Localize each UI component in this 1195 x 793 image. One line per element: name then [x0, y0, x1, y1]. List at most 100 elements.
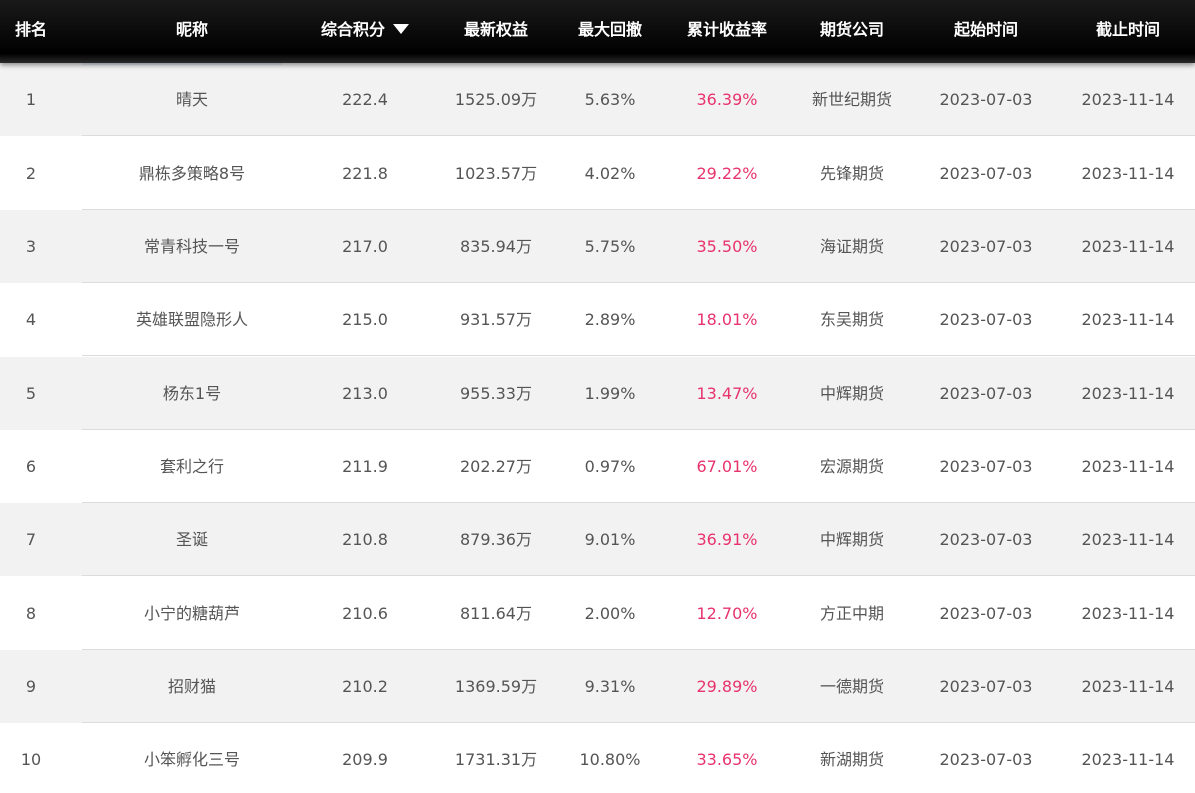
- return-rate-cell: 67.01%: [696, 457, 758, 476]
- end-date-cell: 2023-11-14: [1081, 530, 1175, 549]
- nickname-cell: 英雄联盟隐形人: [135, 310, 248, 329]
- nickname-cell: 小宁的糖葫芦: [143, 604, 240, 623]
- end-date-cell: 2023-11-14: [1081, 750, 1175, 769]
- drawdown-cell: 5.63%: [584, 90, 636, 109]
- score-cell: 209.9: [342, 750, 388, 769]
- nickname-cell: 招财猫: [167, 677, 216, 696]
- rank-cell: 5: [25, 384, 37, 403]
- score-cell: 210.8: [342, 530, 388, 549]
- table-row[interactable]: 4 英雄联盟隐形人 215.0 931.57万 2.89% 18.01% 东吴期…: [0, 283, 1195, 356]
- end-date-cell: 2023-11-14: [1081, 457, 1175, 476]
- rank-cell: 1: [25, 90, 37, 109]
- drawdown-cell: 5.75%: [584, 237, 636, 256]
- ranking-table: 排名 昵称 综合积分 最新权益 最大回撤 累计收益率 期货公司 起始时间 截止时…: [0, 0, 1195, 793]
- score-cell: 213.0: [342, 384, 388, 403]
- table-row[interactable]: 5 杨东1号 213.0 955.33万 1.99% 13.47% 中辉期货 2…: [0, 357, 1195, 430]
- header-nickname: 昵称: [175, 20, 208, 39]
- company-cell: 先锋期货: [819, 164, 884, 183]
- table-row[interactable]: 6 套利之行 211.9 202.27万 0.97% 67.01% 宏源期货 2…: [0, 430, 1195, 503]
- header-return-rate: 累计收益率: [686, 20, 767, 39]
- rank-cell: 7: [25, 530, 37, 549]
- nickname-cell: 晴天: [175, 90, 208, 109]
- table-row[interactable]: 7 圣诞 210.8 879.36万 9.01% 36.91% 中辉期货 202…: [0, 503, 1195, 576]
- table-header: 排名 昵称 综合积分 最新权益 最大回撤 累计收益率 期货公司 起始时间 截止时…: [0, 0, 1195, 63]
- header-rank: 排名: [14, 20, 47, 39]
- start-date-cell: 2023-07-03: [939, 310, 1033, 329]
- end-date-cell: 2023-11-14: [1081, 677, 1175, 696]
- rank-cell: 4: [25, 310, 37, 329]
- start-date-cell: 2023-07-03: [939, 90, 1033, 109]
- score-cell: 211.9: [342, 457, 388, 476]
- company-cell: 中辉期货: [819, 530, 884, 549]
- drawdown-cell: 2.00%: [584, 604, 636, 623]
- start-date-cell: 2023-07-03: [939, 237, 1033, 256]
- start-date-cell: 2023-07-03: [939, 530, 1033, 549]
- start-date-cell: 2023-07-03: [939, 164, 1033, 183]
- table-row[interactable]: 1 晴天 222.4 1525.09万 5.63% 36.39% 新世纪期货 2…: [0, 63, 1195, 136]
- equity-cell: 931.57万: [460, 310, 532, 329]
- equity-cell: 1731.31万: [454, 750, 538, 769]
- return-rate-cell: 36.39%: [696, 90, 758, 109]
- rank-cell: 9: [25, 677, 37, 696]
- end-date-cell: 2023-11-14: [1081, 237, 1175, 256]
- company-cell: 海证期货: [819, 237, 884, 256]
- drawdown-cell: 4.02%: [584, 164, 636, 183]
- start-date-cell: 2023-07-03: [939, 457, 1033, 476]
- end-date-cell: 2023-11-14: [1081, 384, 1175, 403]
- drawdown-cell: 1.99%: [584, 384, 636, 403]
- equity-cell: 835.94万: [460, 237, 532, 256]
- start-date-cell: 2023-07-03: [939, 677, 1033, 696]
- start-date-cell: 2023-07-03: [939, 384, 1033, 403]
- return-rate-cell: 18.01%: [696, 310, 758, 329]
- nickname-cell: 常青科技一号: [143, 237, 240, 256]
- company-cell: 宏源期货: [819, 457, 884, 476]
- table-row[interactable]: 8 小宁的糖葫芦 210.6 811.64万 2.00% 12.70% 方正中期…: [0, 577, 1195, 650]
- header-end: 截止时间: [1095, 20, 1160, 39]
- caret-down-icon[interactable]: [393, 23, 409, 34]
- score-cell: 210.6: [342, 604, 388, 623]
- end-date-cell: 2023-11-14: [1081, 164, 1175, 183]
- equity-cell: 202.27万: [460, 457, 532, 476]
- equity-cell: 1023.57万: [454, 164, 538, 183]
- drawdown-cell: 10.80%: [579, 750, 641, 769]
- table-row[interactable]: 10 小笨孵化三号 209.9 1731.31万 10.80% 33.65% 新…: [0, 723, 1195, 793]
- start-date-cell: 2023-07-03: [939, 604, 1033, 623]
- rank-cell: 6: [25, 457, 37, 476]
- return-rate-cell: 12.70%: [696, 604, 758, 623]
- score-cell: 222.4: [342, 90, 388, 109]
- company-cell: 东吴期货: [819, 310, 884, 329]
- nickname-cell: 小笨孵化三号: [143, 750, 240, 769]
- drawdown-cell: 0.97%: [584, 457, 636, 476]
- rank-cell: 2: [25, 164, 37, 183]
- drawdown-cell: 9.31%: [584, 677, 636, 696]
- table-row[interactable]: 2 鼎栋多策略8号 221.8 1023.57万 4.02% 29.22% 先锋…: [0, 137, 1195, 210]
- rank-cell: 8: [25, 604, 37, 623]
- return-rate-cell: 29.89%: [696, 677, 758, 696]
- header-score-sortable[interactable]: 综合积分: [300, 0, 430, 60]
- equity-cell: 955.33万: [460, 384, 532, 403]
- company-cell: 方正中期: [819, 604, 884, 623]
- nickname-cell: 杨东1号: [162, 384, 222, 403]
- return-rate-cell: 29.22%: [696, 164, 758, 183]
- rank-cell: 10: [20, 750, 42, 769]
- equity-cell: 811.64万: [460, 604, 532, 623]
- header-drawdown: 最大回撤: [577, 20, 642, 39]
- company-cell: 新湖期货: [819, 750, 884, 769]
- company-cell: 一德期货: [819, 677, 884, 696]
- nickname-cell: 套利之行: [159, 457, 224, 476]
- return-rate-cell: 33.65%: [696, 750, 758, 769]
- header-score-label: 综合积分: [320, 20, 385, 39]
- rank-cell: 3: [25, 237, 37, 256]
- score-cell: 210.2: [342, 677, 388, 696]
- table-row[interactable]: 3 常青科技一号 217.0 835.94万 5.75% 35.50% 海证期货…: [0, 210, 1195, 283]
- drawdown-cell: 2.89%: [584, 310, 636, 329]
- return-rate-cell: 35.50%: [696, 237, 758, 256]
- equity-cell: 1369.59万: [454, 677, 538, 696]
- header-divider: [82, 63, 282, 65]
- company-cell: 中辉期货: [819, 384, 884, 403]
- header-start: 起始时间: [953, 20, 1018, 39]
- score-cell: 215.0: [342, 310, 388, 329]
- nickname-cell: 鼎栋多策略8号: [138, 164, 246, 183]
- end-date-cell: 2023-11-14: [1081, 90, 1175, 109]
- table-row[interactable]: 9 招财猫 210.2 1369.59万 9.31% 29.89% 一德期货 2…: [0, 650, 1195, 723]
